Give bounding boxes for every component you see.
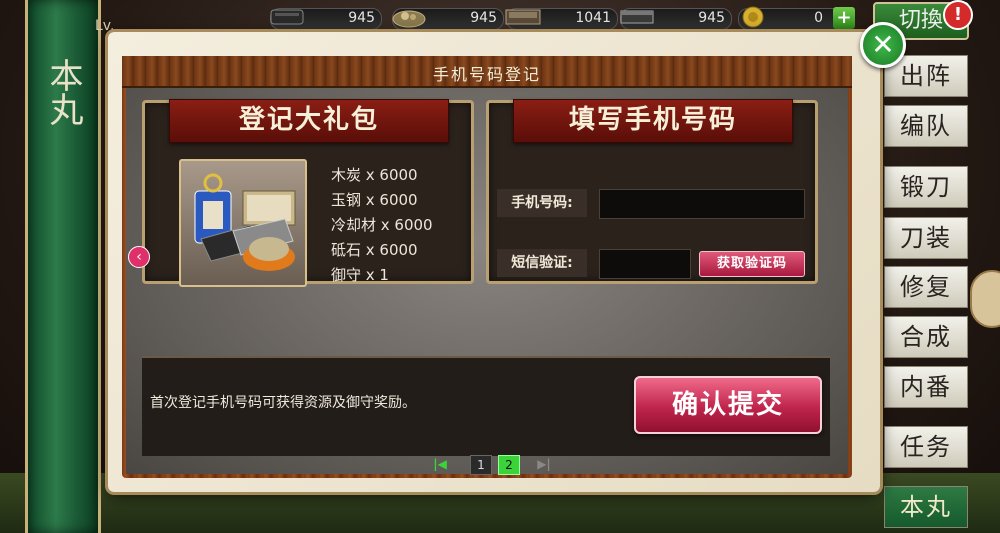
sms-code-input[interactable] [599, 249, 691, 279]
first-page-icon[interactable]: |◀ [430, 455, 450, 473]
prev-page-arrow-icon[interactable]: ‹ [128, 246, 150, 268]
menu-equipment[interactable]: 刀装 [884, 217, 968, 259]
charcoal-count: 945 [348, 10, 375, 26]
gift-panel-heading: 登记大礼包 [238, 105, 379, 135]
dialog-title-bar: 手机号码登记 [122, 56, 852, 88]
reward-item: 砥石 x 6000 [331, 241, 418, 259]
alert-badge[interactable]: ! [943, 0, 973, 30]
phone-panel: 填写手机号码 手机号码: 短信验证: 获取验证码 [486, 99, 818, 284]
gift-panel: 登记大礼包 木炭 x 6000 玉钢 x 6000 冷却材 x 6000 砥石 … [142, 99, 474, 287]
whetstone-icon [620, 10, 654, 24]
gift-bundle-icon [194, 173, 296, 271]
resource-steel: 945 [392, 8, 504, 30]
whetstone-count: 945 [698, 10, 725, 26]
resource-bar: 945 945 1041 945 0 + [270, 4, 860, 32]
home-banner-text: 本丸 [43, 58, 83, 126]
resource-whetstone: 945 [620, 8, 732, 30]
phone-panel-heading: 填写手机号码 [568, 105, 737, 135]
get-code-button[interactable]: 获取验证码 [699, 251, 805, 277]
reward-item: 玉钢 x 6000 [331, 191, 418, 209]
phone-number-input[interactable] [599, 189, 805, 219]
close-icon[interactable]: ✕ [860, 22, 906, 68]
menu-synthesis[interactable]: 合成 [884, 316, 968, 358]
steel-icon [392, 10, 426, 28]
koban-count: 0 [814, 10, 823, 26]
confirm-submit-button[interactable]: 确认提交 [634, 376, 822, 434]
page-2[interactable]: 2 [498, 455, 520, 475]
phone-registration-dialog: 手机号码登记 登记大礼包 木炭 x 6000 玉钢 x 6000 冷却材 x 6… [108, 32, 880, 492]
add-koban-button[interactable]: + [833, 7, 855, 29]
steel-count: 945 [470, 10, 497, 26]
sms-code-label: 短信验证: [497, 249, 587, 277]
pagination: |◀ 1 2 ▶| [430, 455, 560, 475]
phone-panel-header: 填写手机号码 [513, 99, 793, 143]
reward-item: 冷却材 x 6000 [331, 216, 433, 234]
floating-assistant-icon[interactable] [970, 270, 1000, 328]
charcoal-icon [270, 9, 304, 25]
coolant-icon [505, 9, 541, 25]
koban-coin-icon [742, 6, 764, 28]
menu-formation[interactable]: 编队 [884, 105, 968, 147]
resource-charcoal: 945 [270, 8, 382, 30]
menu-repair[interactable]: 修复 [884, 266, 968, 308]
menu-forge[interactable]: 锻刀 [884, 166, 968, 208]
reward-list: 木炭 x 6000 玉钢 x 6000 冷却材 x 6000 砥石 x 6000… [331, 163, 433, 288]
menu-home[interactable]: 本丸 [884, 486, 968, 528]
resource-koban: 0 + [738, 6, 855, 30]
gift-panel-header: 登记大礼包 [169, 99, 449, 143]
home-banner: 本丸 [25, 0, 101, 533]
dialog-title: 手机号码登记 [432, 65, 541, 84]
menu-duty[interactable]: 内番 [884, 366, 968, 408]
reward-note: 首次登记手机号码可获得资源及御守奖励。 [150, 395, 416, 411]
resource-coolant: 1041 [505, 8, 618, 30]
reward-item: 御守 x 1 [331, 266, 389, 284]
dialog-frame: 手机号码登记 登记大礼包 木炭 x 6000 玉钢 x 6000 冷却材 x 6… [122, 56, 852, 478]
menu-quest[interactable]: 任务 [884, 426, 968, 468]
reward-item: 木炭 x 6000 [331, 166, 418, 184]
gift-bundle-image [179, 159, 307, 287]
page-1[interactable]: 1 [470, 455, 492, 475]
coolant-count: 1041 [575, 10, 611, 26]
dialog-body: 登记大礼包 木炭 x 6000 玉钢 x 6000 冷却材 x 6000 砥石 … [126, 88, 848, 474]
bottom-panel: 首次登记手机号码可获得资源及御守奖励。 确认提交 [142, 356, 830, 456]
phone-number-label: 手机号码: [497, 189, 587, 217]
last-page-icon[interactable]: ▶| [534, 455, 554, 473]
